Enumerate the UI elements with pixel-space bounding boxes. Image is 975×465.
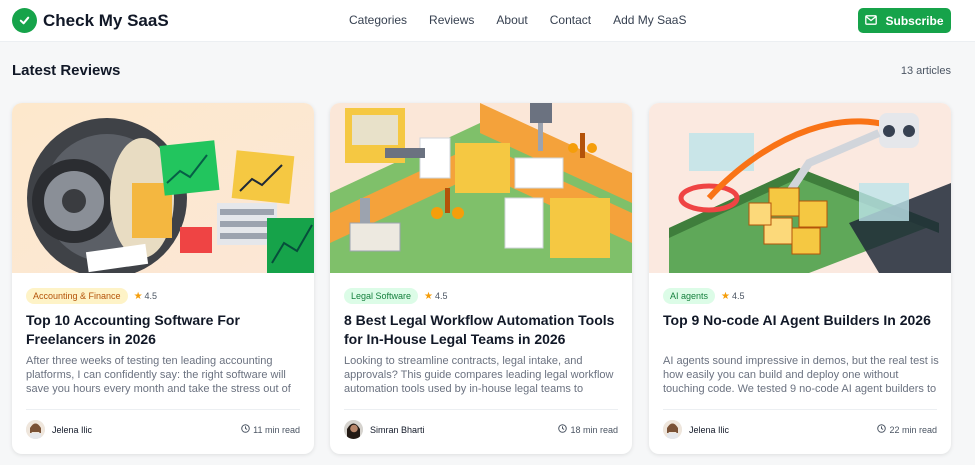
main-nav: Categories Reviews About Contact Add My … (349, 13, 686, 27)
check-icon (12, 8, 37, 33)
nav-add-my-saas[interactable]: Add My SaaS (613, 13, 686, 27)
card-meta: AI agents ★ 4.5 (663, 288, 745, 304)
subscribe-button[interactable]: Subscribe (858, 8, 951, 33)
card-meta: Accounting & Finance ★ 4.5 (26, 288, 157, 304)
read-time-text: 11 min read (253, 424, 300, 435)
clock-icon (241, 424, 250, 435)
star-icon: ★ (424, 290, 434, 302)
card-title[interactable]: Top 10 Accounting Software For Freelance… (26, 311, 306, 349)
brand-logo[interactable]: Check My SaaS (12, 8, 169, 33)
author[interactable]: Jelena Ilic (26, 420, 92, 439)
nav-reviews[interactable]: Reviews (429, 13, 474, 27)
rating: ★ 4.5 (424, 291, 447, 302)
rating-value: 4.5 (144, 291, 158, 301)
read-time-text: 22 min read (889, 424, 937, 435)
section-title: Latest Reviews (12, 62, 121, 79)
card-title[interactable]: Top 9 No-code AI Agent Builders In 2026 (663, 311, 943, 330)
category-badge[interactable]: Accounting & Finance (26, 288, 128, 304)
card-divider (26, 409, 300, 410)
subscribe-label: Subscribe (885, 13, 944, 28)
read-time-text: 18 min read (570, 424, 618, 435)
card-title[interactable]: 8 Best Legal Workflow Automation Tools f… (344, 311, 624, 349)
mail-icon (865, 14, 878, 28)
legal-automation-illustration[interactable] (330, 103, 632, 273)
card-excerpt: After three weeks of testing ten leading… (26, 355, 291, 395)
avatar (344, 420, 363, 439)
review-card[interactable]: Legal Software ★ 4.5 8 Best Legal Workfl… (330, 103, 632, 454)
star-icon: ★ (721, 290, 730, 302)
review-card[interactable]: Accounting & Finance ★ 4.5 Top 10 Accoun… (12, 103, 314, 454)
category-badge[interactable]: AI agents (663, 288, 716, 304)
vault-illustration[interactable] (12, 103, 314, 273)
read-time: 18 min read (558, 424, 618, 435)
read-time: 22 min read (877, 424, 937, 435)
author[interactable]: Jelena Ilic (663, 420, 729, 439)
card-divider (344, 409, 618, 410)
site-header: Check My SaaS Categories Reviews About C… (0, 0, 975, 42)
robot-arm-illustration[interactable] (649, 103, 951, 273)
nav-contact[interactable]: Contact (550, 13, 591, 27)
card-meta: Legal Software ★ 4.5 (344, 288, 448, 304)
brand-name: Check My SaaS (43, 10, 169, 30)
author-name: Jelena Ilic (689, 424, 730, 435)
card-excerpt: Looking to streamline contracts, legal i… (344, 355, 614, 395)
category-badge[interactable]: Legal Software (344, 288, 419, 304)
card-divider (663, 409, 937, 410)
author-name: Simran Bharti (370, 424, 425, 435)
rating-value: 4.5 (732, 291, 745, 301)
rating: ★ 4.5 (721, 291, 744, 302)
review-card[interactable]: AI agents ★ 4.5 Top 9 No-code AI Agent B… (649, 103, 951, 454)
author-name: Jelena Ilic (52, 424, 93, 435)
author[interactable]: Simran Bharti (344, 420, 425, 439)
clock-icon (877, 424, 887, 435)
card-excerpt: AI agents sound impressive in demos, but… (663, 355, 939, 395)
avatar (663, 420, 682, 439)
avatar (26, 420, 45, 439)
rating: ★ 4.5 (134, 291, 157, 302)
nav-categories[interactable]: Categories (349, 13, 407, 27)
article-count: 13 articles (900, 65, 951, 77)
nav-about[interactable]: About (496, 13, 527, 27)
clock-icon (558, 424, 568, 435)
star-icon: ★ (133, 290, 143, 302)
rating-value: 4.5 (435, 291, 448, 301)
read-time: 11 min read (241, 424, 300, 435)
